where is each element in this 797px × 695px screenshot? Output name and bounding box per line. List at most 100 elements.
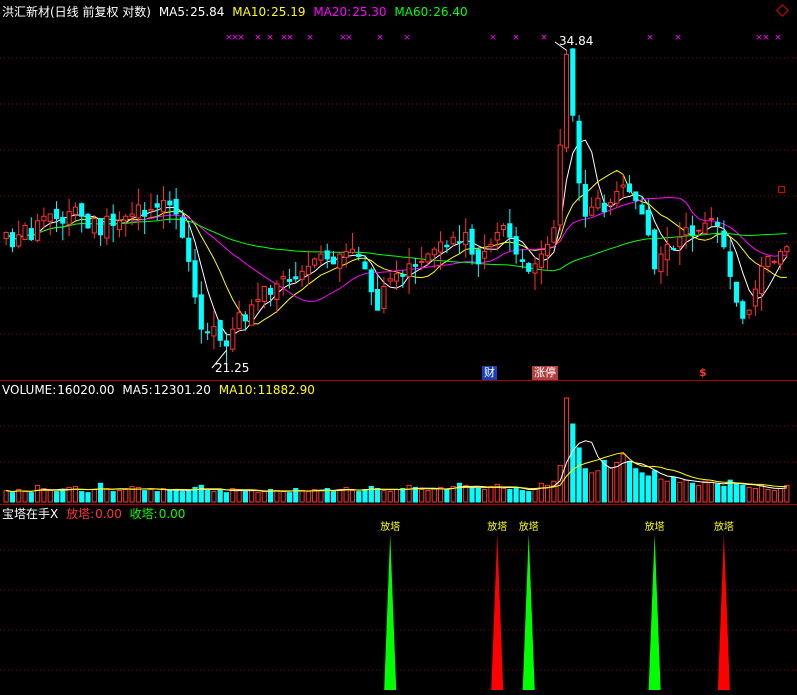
tower-spike-label: 放塔: [645, 520, 665, 533]
volume-bar: [456, 482, 463, 503]
volume-bar: [740, 484, 746, 503]
candle-body: [494, 231, 500, 241]
vol-ma5-label: MA5:: [122, 383, 153, 397]
volume-bar: [765, 489, 771, 503]
signal-x-mark: ×: [237, 33, 245, 43]
volume-bar: [670, 476, 677, 503]
panel-separator-2: [0, 504, 797, 505]
candle-body: [670, 248, 677, 251]
candle-body: [116, 220, 123, 231]
candlesticks: [3, 47, 790, 365]
shou-value: 0.00: [158, 507, 186, 521]
volume-bar: [173, 489, 179, 503]
ma20-label: MA20:: [313, 5, 352, 19]
dollar-tag[interactable]: $: [697, 366, 709, 380]
volume-bar: [437, 486, 444, 503]
volume-bar: [746, 486, 752, 503]
volume-bar: [715, 483, 721, 503]
candle-body: [236, 312, 242, 330]
candle-body: [601, 202, 607, 213]
tower-spike: [384, 534, 397, 690]
volume-bar: [236, 489, 242, 503]
candle-body: [47, 213, 53, 222]
ma10-label: MA10:: [232, 5, 271, 19]
candle-body: [211, 325, 217, 337]
candle-body: [104, 215, 110, 239]
indicator-name[interactable]: 宝塔在手X: [2, 507, 58, 521]
candle-body: [488, 243, 494, 247]
tower-spike-label: 放塔: [380, 520, 400, 533]
volume-bar: [362, 489, 368, 503]
volume-bar: [160, 487, 167, 503]
candle-body: [242, 314, 248, 322]
vol-ma10-label: MA10:: [218, 383, 257, 397]
candle-body: [463, 231, 469, 246]
volume-bar: [198, 484, 204, 503]
candle-body: [135, 204, 141, 219]
volume-bar: [652, 470, 658, 503]
finance-tag[interactable]: 财: [482, 366, 497, 380]
volume-bar: [116, 490, 123, 503]
signal-x-mark: ×: [774, 33, 782, 43]
volume-bar: [242, 491, 248, 503]
candle-body: [752, 288, 758, 307]
candle-body: [475, 249, 481, 265]
candle-body: [293, 276, 299, 280]
volume-bar: [60, 489, 66, 503]
volume-bar: [104, 487, 110, 503]
candle-body: [28, 228, 34, 241]
price-grid: [0, 57, 797, 335]
candle-body: [689, 225, 695, 236]
candle-body: [633, 191, 639, 201]
signal-x-mark: ×: [489, 33, 497, 43]
volume-bar: [255, 492, 261, 503]
volume-bar: [318, 490, 324, 503]
signal-x-mark: ×: [345, 33, 353, 43]
candle-body: [261, 286, 267, 302]
volume-bar: [280, 491, 286, 503]
candle-body: [375, 289, 381, 311]
signal-x-mark: ×: [286, 33, 294, 43]
candle-body: [557, 144, 563, 226]
candle-body: [179, 217, 186, 238]
tower-spikes: 放塔 放塔 放塔放塔 放塔: [380, 520, 734, 690]
indicator-header: 宝塔在手X 放塔:0.00 收塔:0.00: [2, 506, 189, 522]
tower-spike-label: 放塔: [519, 520, 539, 533]
candle-body: [431, 248, 437, 256]
volume-bar: [47, 490, 53, 503]
ma5-label: MA5:: [158, 5, 190, 19]
volume-bar: [570, 423, 576, 503]
limit-up-tag[interactable]: 涨停: [532, 366, 558, 380]
volume-bar: [186, 490, 192, 503]
shou-label: 收塔:: [129, 507, 158, 521]
vol-ma5-value: 12301.20: [153, 383, 211, 397]
candle-body: [167, 200, 173, 206]
candle-body: [456, 241, 463, 244]
volume-bar: [582, 468, 588, 503]
candle-body: [160, 199, 167, 213]
candle-body: [538, 253, 544, 268]
candle-body: [98, 218, 104, 236]
stock-name[interactable]: 洪汇新材(日线 前复权 对数): [2, 5, 151, 19]
volume-bar: [639, 472, 645, 503]
candle-body: [123, 215, 129, 221]
candle-body: [425, 253, 431, 263]
candle-body: [381, 286, 387, 309]
indicator-grid: [0, 549, 797, 671]
candle-body: [349, 248, 356, 253]
candle-body: [645, 209, 651, 236]
candle-body: [759, 265, 765, 294]
volume-bar: [387, 491, 393, 503]
candle-body: [368, 269, 374, 293]
signal-x-mark: ×: [254, 33, 262, 43]
volume-grid: [0, 425, 797, 463]
volume-bar: [79, 491, 85, 503]
candle-body: [677, 236, 683, 248]
volume-bar: [475, 487, 481, 503]
candle-body: [589, 206, 595, 216]
volume-bar: [689, 482, 695, 503]
signal-x-mark: ×: [512, 33, 520, 43]
candle-body: [91, 218, 97, 234]
signal-x-mark: ×: [403, 33, 411, 43]
volume-bar: [538, 482, 544, 503]
